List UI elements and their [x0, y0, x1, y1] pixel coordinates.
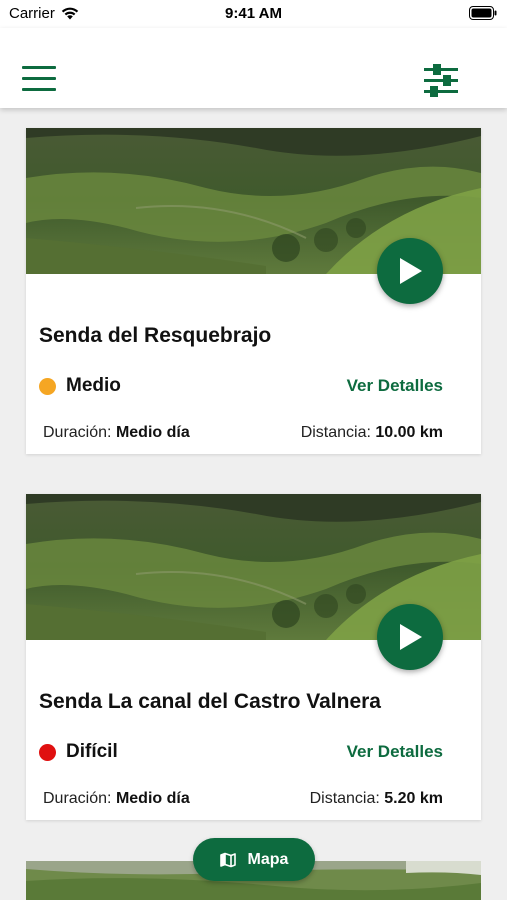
- difficulty-dot-icon: [39, 743, 56, 761]
- hamburger-menu-icon[interactable]: [22, 66, 56, 96]
- duration-info: Duración: Medio día: [43, 424, 190, 442]
- duration-value: Medio día: [115, 424, 190, 441]
- route-title: Senda del Resquebrajo: [39, 324, 272, 347]
- route-title: Senda La canal del Castro Valnera: [39, 690, 381, 713]
- route-card[interactable]: Senda del Resquebrajo Medio Ver Detalles…: [26, 128, 481, 454]
- distance-value: 5.20 km: [384, 790, 443, 807]
- route-card[interactable]: Senda La canal del Castro Valnera Difíci…: [26, 494, 481, 820]
- difficulty-level: Medio: [39, 375, 121, 397]
- difficulty-dot-icon: [39, 377, 56, 395]
- difficulty-label: Medio: [66, 375, 121, 396]
- distance-info: Distancia: 5.20 km: [310, 790, 443, 808]
- difficulty-level: Difícil: [39, 741, 118, 763]
- play-video-button[interactable]: [377, 238, 443, 304]
- battery-icon: [469, 6, 497, 25]
- distance-label: Distancia:: [300, 424, 371, 441]
- app-header: [0, 28, 507, 108]
- play-icon: [400, 624, 422, 650]
- duration-label: Duración:: [43, 790, 112, 807]
- duration-info: Duración: Medio día: [43, 790, 190, 808]
- difficulty-label: Difícil: [66, 741, 118, 762]
- play-icon: [400, 258, 422, 284]
- distance-label: Distancia:: [309, 790, 380, 807]
- status-time: 9:41 AM: [225, 5, 282, 22]
- view-details-link[interactable]: Ver Detalles: [347, 376, 443, 396]
- sliders-filter-icon[interactable]: [423, 64, 459, 98]
- view-details-link[interactable]: Ver Detalles: [347, 742, 443, 762]
- map-button-label: Mapa: [247, 850, 289, 868]
- map-icon: [219, 852, 236, 867]
- distance-info: Distancia: 10.00 km: [301, 424, 443, 442]
- map-button[interactable]: Mapa: [193, 838, 315, 881]
- play-video-button[interactable]: [377, 604, 443, 670]
- distance-value: 10.00 km: [375, 424, 443, 441]
- duration-value: Medio día: [115, 790, 190, 807]
- status-bar: Carrier 9:41 AM: [0, 0, 507, 28]
- duration-label: Duración:: [43, 424, 112, 441]
